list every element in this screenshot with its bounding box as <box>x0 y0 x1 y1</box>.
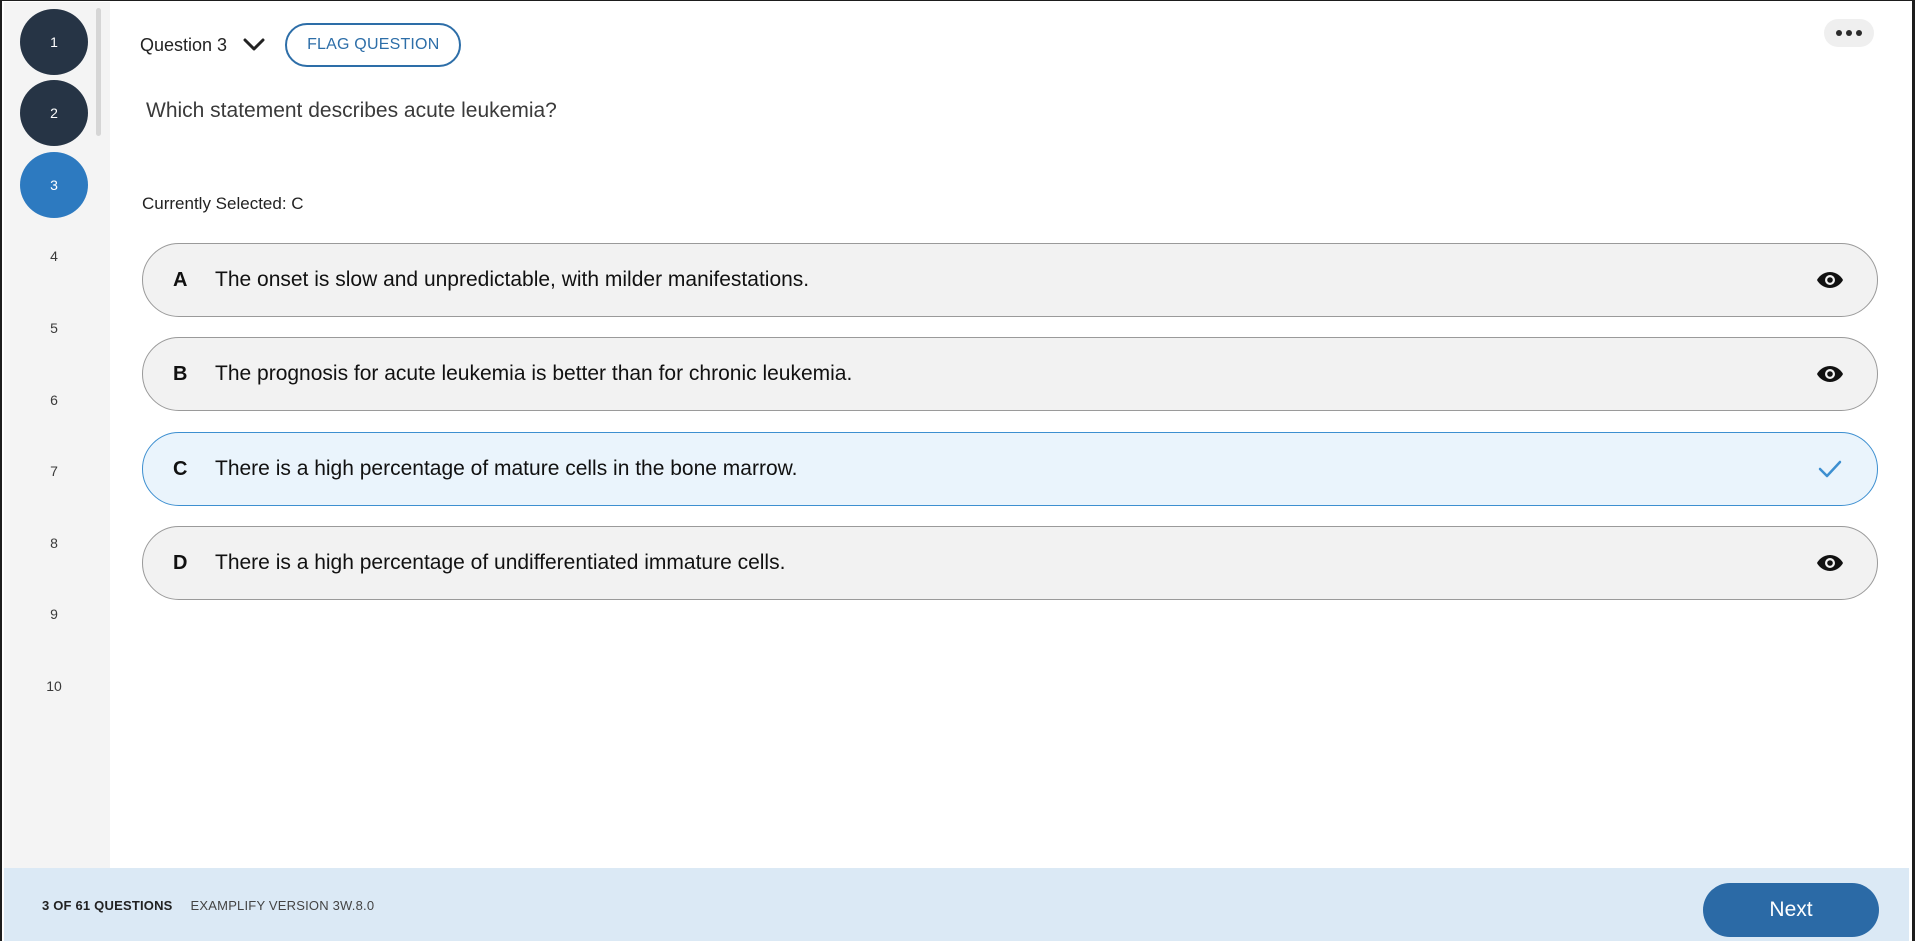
question-title: Question 3 <box>140 34 228 55</box>
answer-option-a[interactable]: A The onset is slow and unpredictable, w… <box>142 243 1878 317</box>
nav-question-10[interactable]: 10 <box>20 653 88 719</box>
nav-question-6[interactable]: 6 <box>20 367 88 433</box>
question-count: 3 OF 61 QUESTIONS <box>42 897 173 913</box>
nav-question-1[interactable]: 1 <box>20 9 88 75</box>
currently-selected-label: Currently Selected: C <box>142 194 304 213</box>
answer-text: There is a high percentage of undifferen… <box>215 551 786 574</box>
more-options-icon[interactable] <box>1824 19 1874 47</box>
sidebar-scrollbar[interactable] <box>96 8 101 136</box>
app-version: EXAMPLIFY VERSION 3W.8.0 <box>190 897 375 913</box>
question-header: Question 3 FLAG QUESTION <box>140 23 462 67</box>
app-window: 1 2 3 4 5 6 7 8 9 10 Question 3 FLAG QUE… <box>0 0 1915 941</box>
answer-letter: A <box>173 268 188 291</box>
nav-question-2[interactable]: 2 <box>20 80 88 146</box>
eye-icon[interactable] <box>1815 265 1845 295</box>
next-button[interactable]: Next <box>1703 883 1879 937</box>
answer-text: The prognosis for acute leukemia is bett… <box>215 362 853 385</box>
nav-question-9[interactable]: 9 <box>20 581 88 647</box>
answer-option-d[interactable]: D There is a high percentage of undiffer… <box>142 526 1878 600</box>
check-icon <box>1815 454 1845 484</box>
nav-question-8[interactable]: 8 <box>20 510 88 576</box>
answer-letter: D <box>173 551 188 574</box>
eye-icon[interactable] <box>1815 548 1845 578</box>
nav-question-3[interactable]: 3 <box>20 152 88 218</box>
footer-bar: 3 OF 61 QUESTIONS EXAMPLIFY VERSION 3W.8… <box>4 868 1909 941</box>
answer-text: The onset is slow and unpredictable, wit… <box>215 268 810 291</box>
nav-question-5[interactable]: 5 <box>20 295 88 361</box>
eye-icon[interactable] <box>1815 359 1845 389</box>
question-navigator: 1 2 3 4 5 6 7 8 9 10 <box>4 2 110 868</box>
flag-question-button[interactable]: FLAG QUESTION <box>285 23 462 67</box>
nav-question-7[interactable]: 7 <box>20 438 88 504</box>
chevron-down-icon[interactable] <box>241 32 267 58</box>
answer-option-b[interactable]: B The prognosis for acute leukemia is be… <box>142 337 1878 411</box>
question-stem: Which statement describes acute leukemia… <box>146 99 557 122</box>
answer-text: There is a high percentage of mature cel… <box>215 457 798 480</box>
nav-question-4[interactable]: 4 <box>20 223 88 289</box>
answer-option-c[interactable]: C There is a high percentage of mature c… <box>142 432 1878 506</box>
question-panel: Question 3 FLAG QUESTION Which statement… <box>110 1 1912 868</box>
answer-letter: B <box>173 362 188 385</box>
answer-letter: C <box>173 457 188 480</box>
